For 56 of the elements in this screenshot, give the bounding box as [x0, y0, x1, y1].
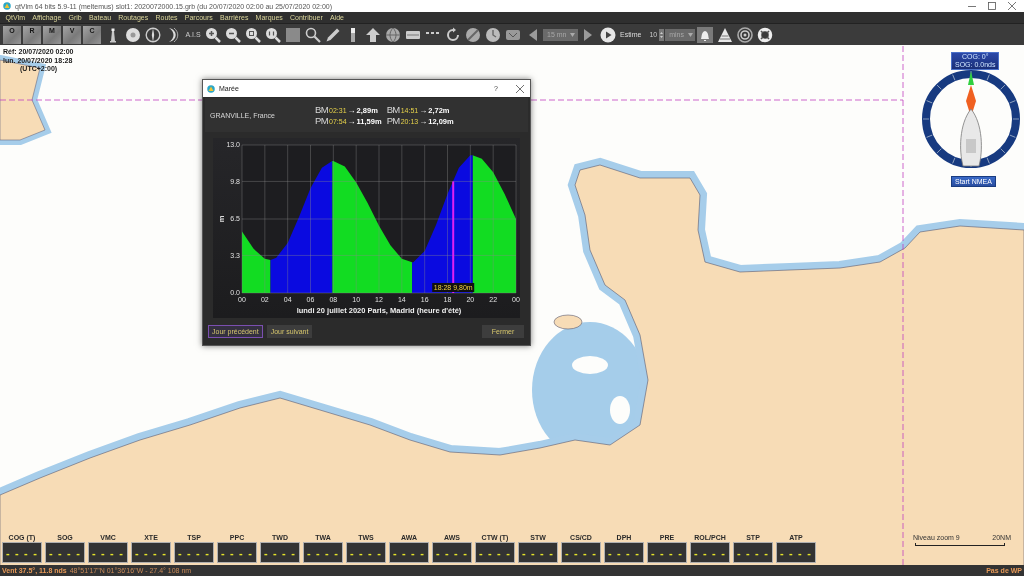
instrument-display: - - - - [776, 542, 816, 563]
instrument-display: - - - - [217, 542, 257, 563]
instrument-display: - - - - [346, 542, 386, 563]
slashed-circle-icon[interactable] [465, 26, 481, 43]
instrument-display: - - - - [475, 542, 515, 563]
instrument-display: - - - - [131, 542, 171, 563]
close-icon[interactable] [516, 84, 524, 93]
instrument-display: - - - - [690, 542, 730, 563]
zoom-in-icon[interactable] [205, 26, 221, 43]
app-logo-icon [3, 2, 11, 10]
cone-icon[interactable] [717, 26, 734, 43]
target-icon[interactable] [737, 26, 754, 43]
globe-icon[interactable] [385, 26, 401, 43]
lifebuoy-icon[interactable] [757, 26, 774, 43]
instrument-display: - - - - [303, 542, 343, 563]
tide-type-label: BM [386, 104, 400, 115]
instrument-display: - - - - [647, 542, 687, 563]
instrument-display: - - - - [2, 542, 42, 563]
tide-arrow: → [419, 117, 428, 126]
zoom-fit-icon[interactable] [245, 26, 261, 43]
tide-type-label: PM [315, 115, 329, 126]
instrument-display: - - - - [45, 542, 85, 563]
shoal-area [572, 356, 608, 374]
instrument-display: - - - - [389, 542, 429, 563]
tide-arrow: → [419, 106, 428, 115]
compass-icon[interactable] [145, 26, 161, 43]
zoom-reset-icon[interactable] [265, 26, 281, 43]
instrument-display: - - - - [260, 542, 300, 563]
close-icon[interactable] [1008, 2, 1016, 10]
instrument-display: - - - - [561, 542, 601, 563]
instrument-display: - - - - [432, 542, 472, 563]
up-arrow-icon[interactable] [365, 26, 381, 43]
spinner-icon[interactable] [659, 28, 665, 41]
play-icon[interactable] [600, 26, 616, 43]
refresh-icon[interactable] [445, 26, 461, 43]
instrument-display: - - - - [518, 542, 558, 563]
instrument-display: - - - - [174, 542, 214, 563]
instrument-display: - - - - [733, 542, 773, 563]
clock-icon[interactable] [485, 26, 501, 43]
caret-icon [688, 32, 693, 37]
tide-arrow: → [347, 117, 356, 126]
disc-icon[interactable] [125, 26, 141, 43]
zoom-out-icon[interactable] [225, 26, 241, 43]
bell-icon[interactable] [697, 26, 714, 43]
instrument-display: - - - - [604, 542, 644, 563]
tide-arrow: → [347, 106, 356, 115]
tide-type-label: PM [386, 115, 400, 126]
search-icon[interactable] [305, 26, 321, 43]
island [553, 314, 583, 330]
app-logo-icon [207, 84, 215, 93]
instrument-display: - - - - [88, 542, 128, 563]
maximize-icon[interactable] [988, 2, 996, 10]
shoal-area [610, 396, 630, 424]
tide-type-label: BM [315, 104, 329, 115]
caret-icon [570, 32, 576, 37]
pencil-icon[interactable] [325, 26, 341, 43]
